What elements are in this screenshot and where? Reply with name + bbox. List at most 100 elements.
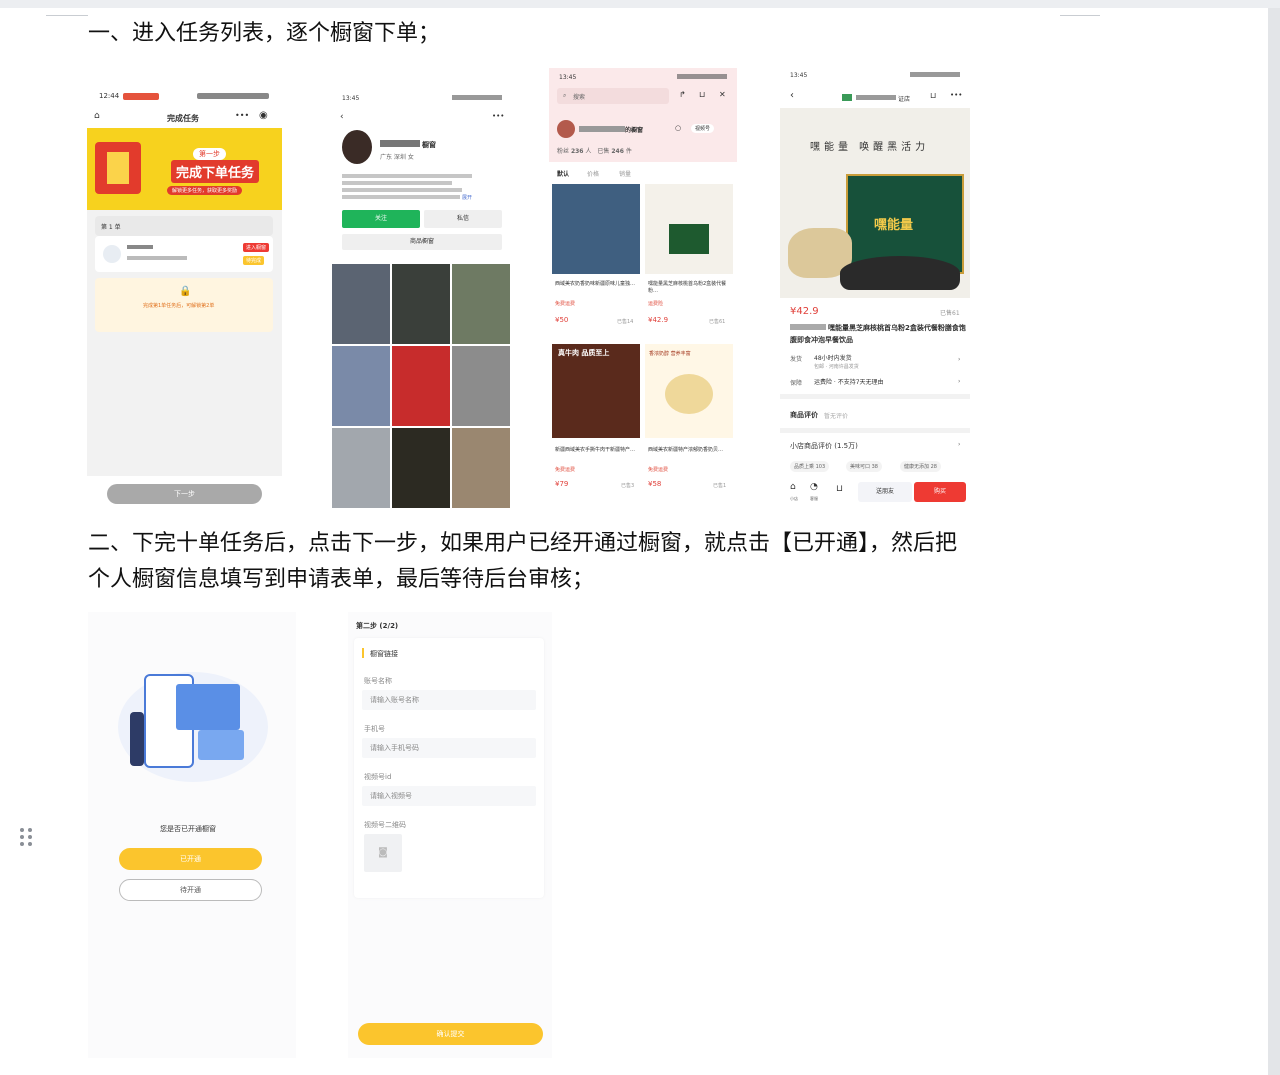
more-icon[interactable]: ••• <box>235 111 249 120</box>
phone-input[interactable]: 请输入手机号码 <box>362 738 536 758</box>
chat-icon[interactable]: ○ <box>675 124 681 132</box>
banner-subtitle: 解锁更多任务，获取更多奖励 <box>167 186 243 195</box>
video-thumb[interactable] <box>332 346 390 426</box>
video-account-button[interactable]: 视频号 <box>691 124 715 133</box>
vertical-scrollbar[interactable] <box>1268 8 1280 1075</box>
product-title[interactable]: 嘿能量黑芝麻核桃首乌粉2盒装代餐粉… <box>648 280 732 294</box>
account-name-placeholder: 请输入账号名称 <box>370 696 419 704</box>
product-title[interactable]: 新疆西域美农手撕牛肉干新疆特产… <box>555 446 639 453</box>
cart-icon[interactable]: ⊔ <box>836 484 843 494</box>
product-hero[interactable]: 嘿能量 唤醒黑活力 嘿能量 <box>780 108 970 298</box>
store-name: 证店 <box>898 96 911 103</box>
shop-window-label: 商品橱窗 <box>409 238 434 245</box>
camera-icon[interactable]: ◙ <box>364 834 402 872</box>
step1-paragraph: 一、进入任务列表，逐个橱窗下单； <box>88 21 441 46</box>
pending-button[interactable]: 待完成 <box>243 256 265 265</box>
product-image[interactable] <box>552 184 640 274</box>
follow-button[interactable]: 关注 <box>342 210 420 228</box>
beef-banner: 真牛肉 品质至上 <box>558 349 610 357</box>
buy-button[interactable]: 购买 <box>914 482 966 502</box>
blurred-name <box>380 140 420 147</box>
avatar <box>342 130 372 164</box>
fans-count: 236 <box>570 148 584 155</box>
service-icon[interactable]: ◔ <box>810 482 818 492</box>
chevron-right-icon[interactable]: › <box>958 356 960 363</box>
chevron-right-icon[interactable]: › <box>958 441 960 448</box>
product-image[interactable]: 香浓奶醇 营养丰富 <box>645 344 733 438</box>
shop-name: 橱窗 <box>422 141 436 149</box>
search-placeholder: 搜索 <box>573 94 586 101</box>
window-question: 您是否已开通橱窗 <box>160 825 216 833</box>
share-friend-button[interactable]: 送朋友 <box>858 482 912 502</box>
video-thumb[interactable] <box>452 346 510 426</box>
step2-paragraph-line2: 个人橱窗信息填写到申请表单，最后等待后台审核； <box>88 567 595 592</box>
review-empty: 暂无评价 <box>824 413 849 420</box>
shop-icon[interactable]: ⌂ <box>790 482 796 492</box>
page-margin-corner <box>46 15 88 16</box>
blurred-desc <box>127 256 187 260</box>
submit-button[interactable]: 确认提交 <box>358 1023 543 1045</box>
product-title[interactable]: 西域美农新疆特产浓郁奶香奶贝… <box>648 446 732 453</box>
product-image[interactable] <box>645 184 733 274</box>
service-icon-label: 客服 <box>810 496 818 501</box>
cart-icon[interactable]: ⊔ <box>699 90 705 99</box>
video-id-input[interactable]: 请输入视频号 <box>362 786 536 806</box>
message-button[interactable]: 私信 <box>424 210 502 228</box>
sold-count: 246 <box>611 148 624 155</box>
enter-window-button[interactable]: 进入橱窗 <box>243 243 270 252</box>
video-thumb[interactable] <box>392 264 450 344</box>
screenshot-shop-window: 13:45 ⌕ 搜索 ↱ ⊔ ✕ 的橱窗 ○ 视频号 粉丝 236 人 已售 2… <box>549 68 737 508</box>
close-icon[interactable]: ✕ <box>719 90 726 99</box>
tab-price[interactable]: 价格 <box>587 169 599 178</box>
back-icon[interactable]: ‹ <box>340 112 344 122</box>
more-icon[interactable]: ••• <box>492 112 504 120</box>
shop-name: 的橱窗 <box>625 127 644 134</box>
product-tag: 免费运费 <box>648 467 669 473</box>
product-sold: 已售1 <box>713 483 727 489</box>
product-image[interactable]: 真牛肉 品质至上 <box>552 344 640 438</box>
share-icon[interactable]: ↱ <box>679 90 686 99</box>
order-header: 第 1 单 <box>95 216 273 236</box>
shop-icon-label: 小店 <box>790 496 798 501</box>
search-input[interactable]: ⌕ 搜索 <box>557 88 669 104</box>
product-price: ¥79 <box>555 480 569 488</box>
account-name-input[interactable]: 请输入账号名称 <box>362 690 536 710</box>
back-icon[interactable]: ‹ <box>790 90 794 101</box>
target-icon[interactable]: ◉ <box>259 110 268 121</box>
video-thumb[interactable] <box>332 428 390 508</box>
expand-link[interactable]: 展开 <box>462 194 472 201</box>
chevron-right-icon[interactable]: › <box>958 378 960 385</box>
video-thumb[interactable] <box>392 346 450 426</box>
sold-label: 已售 <box>597 148 610 155</box>
share-friend-label: 送朋友 <box>875 488 894 495</box>
stats-row: 粉丝 236 人 已售 246 件 <box>557 146 632 155</box>
video-thumb[interactable] <box>452 264 510 344</box>
tab-sales[interactable]: 销量 <box>619 169 631 178</box>
shop-window-button[interactable]: 商品橱窗 <box>342 234 502 250</box>
ship-sub: 包邮 · 河南许昌发货 <box>814 364 859 370</box>
drag-handle-icon[interactable] <box>20 828 34 848</box>
product-sold: 已售61 <box>940 310 960 317</box>
review-tag[interactable]: 健康无添加 28 <box>900 461 941 472</box>
video-thumb[interactable] <box>392 428 450 508</box>
phone-label: 手机号 <box>364 725 385 733</box>
tab-default[interactable]: 默认 <box>557 169 569 178</box>
product-price: ¥42.9 <box>790 306 819 317</box>
not-opened-button[interactable]: 待开通 <box>119 879 262 901</box>
video-thumb[interactable] <box>332 264 390 344</box>
product-sold: 已售3 <box>621 483 635 489</box>
more-icon[interactable]: ••• <box>950 91 962 99</box>
opened-button[interactable]: 已开通 <box>119 848 262 870</box>
product-title[interactable]: 西域美农奶香奶味新疆原味儿童独… <box>555 280 639 287</box>
review-tag[interactable]: 品质上乘 103 <box>790 461 830 472</box>
guarantee-label: 保障 <box>790 380 803 387</box>
video-thumb[interactable] <box>452 428 510 508</box>
sold-unit: 件 <box>625 148 632 155</box>
cart-icon[interactable]: ⊔ <box>930 91 936 100</box>
product-price: ¥42.9 <box>648 316 669 324</box>
next-step-button[interactable]: 下一步 <box>107 484 262 504</box>
page-margin-corner <box>1060 15 1100 16</box>
shop-review-link[interactable]: 小店商品评价 (1.5万) <box>790 441 858 451</box>
home-icon[interactable]: ⌂ <box>94 111 100 121</box>
review-tag[interactable]: 美味可口 38 <box>846 461 882 472</box>
